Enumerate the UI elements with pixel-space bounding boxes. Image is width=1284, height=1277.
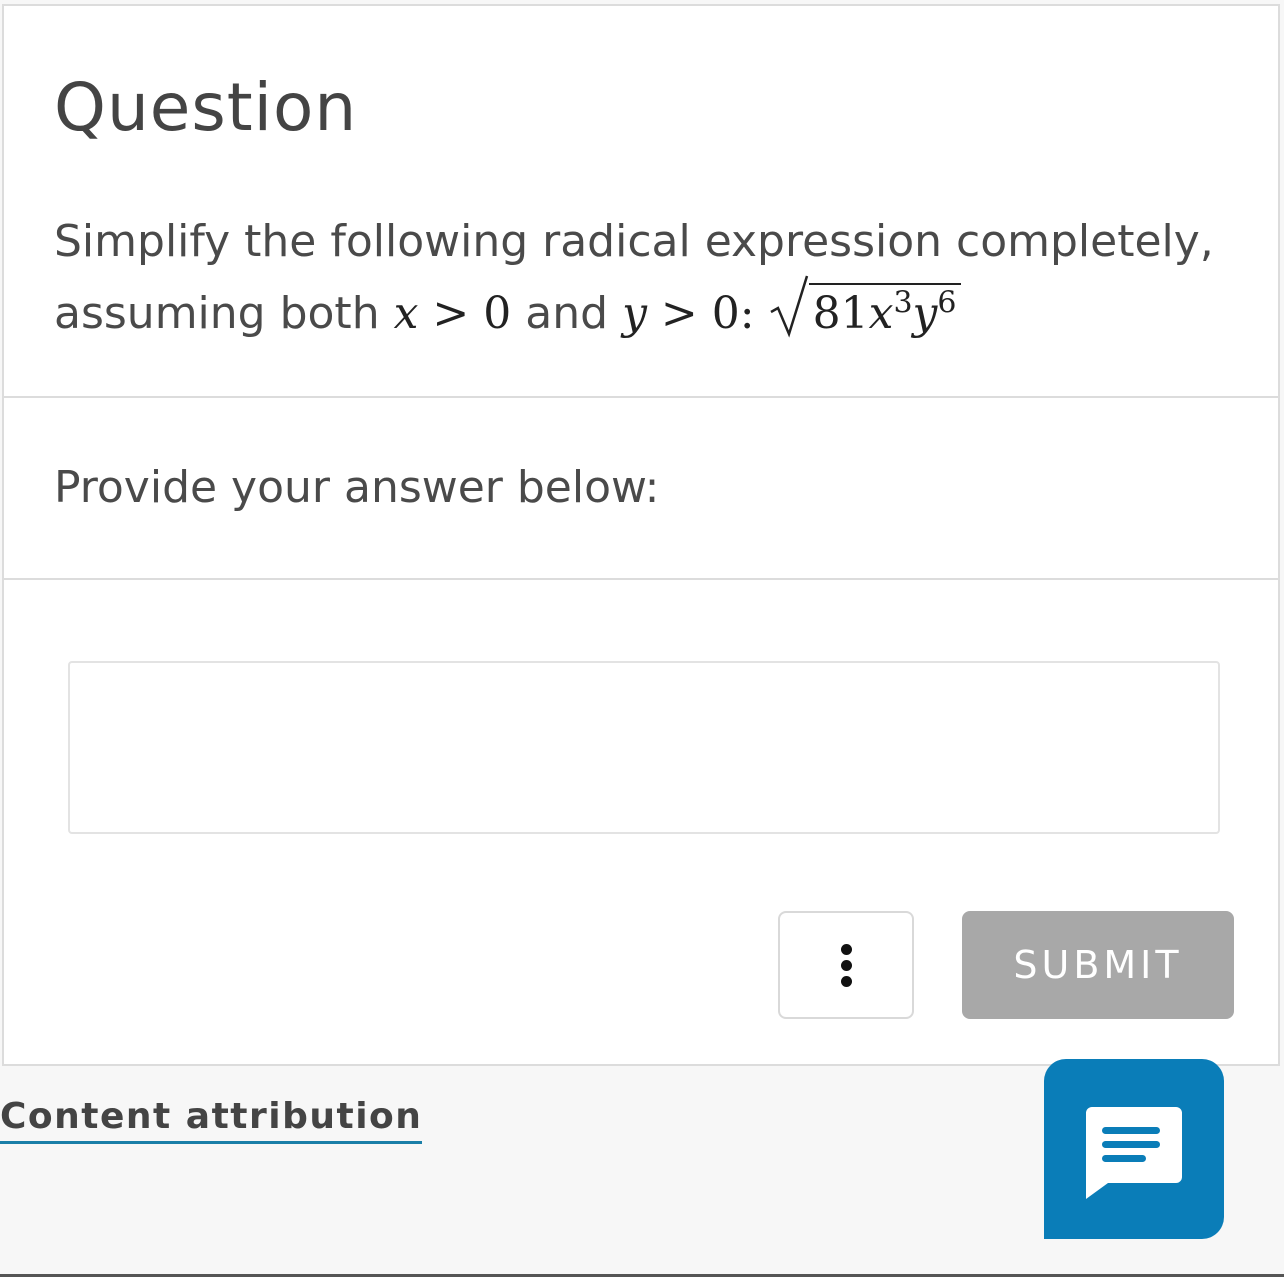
question-section: Question Simplify the following radical … <box>4 6 1278 398</box>
condition-y: y > 0: <box>622 288 755 339</box>
answer-input[interactable] <box>68 661 1220 834</box>
radical-expression: 81x3y6 <box>769 275 961 350</box>
more-options-button[interactable] <box>778 911 914 1019</box>
provide-answer-section: Provide your answer below: <box>4 396 1278 580</box>
radicand: 81x3y6 <box>808 283 961 341</box>
chat-button[interactable] <box>1044 1059 1224 1239</box>
question-card: Question Simplify the following radical … <box>2 4 1280 1066</box>
vertical-ellipsis-icon <box>840 943 852 987</box>
chat-message-icon <box>1086 1107 1182 1199</box>
provide-answer-label: Provide your answer below: <box>54 462 660 513</box>
submit-button[interactable]: SUBMIT <box>962 911 1234 1019</box>
condition-and: and <box>525 288 609 339</box>
condition-x: x > 0 <box>393 288 512 339</box>
question-title: Question <box>54 69 358 146</box>
content-attribution-link[interactable]: Content attribution <box>0 1096 423 1144</box>
answer-section: SUBMIT <box>4 578 1278 1064</box>
radical-sign-icon <box>770 275 808 338</box>
question-prompt: Simplify the following radical expressio… <box>54 206 1244 350</box>
